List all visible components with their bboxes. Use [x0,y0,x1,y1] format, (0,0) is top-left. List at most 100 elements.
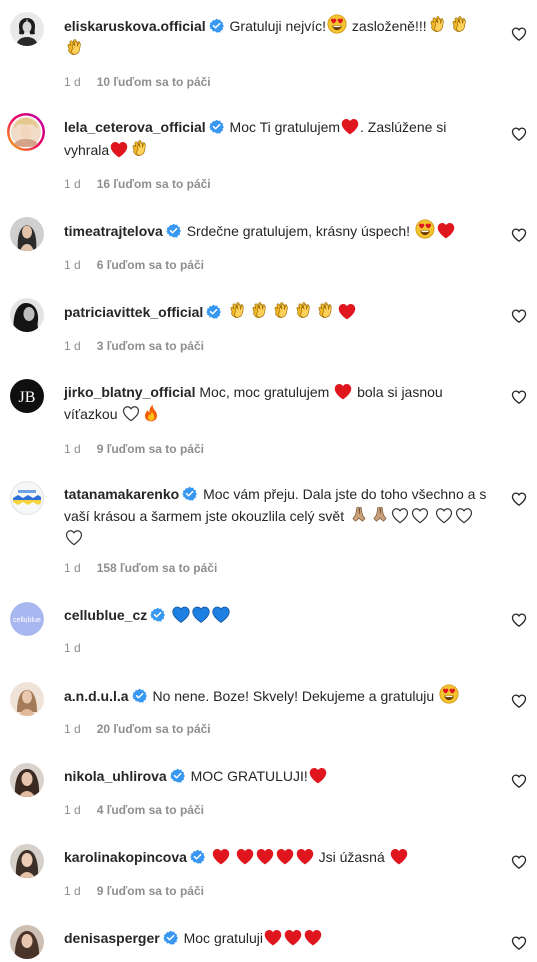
avatar[interactable]: cellublue [10,602,44,636]
comment-age: 1 d [64,177,81,191]
clap-emoji-icon [294,300,314,320]
red-heart-emoji-icon [390,848,408,865]
comment-text: Moc gratuluji [183,930,263,946]
avatar[interactable] [10,925,44,959]
comment-meta: 1 d 16 ľuďom sa to páči [64,176,211,192]
like-heart-icon[interactable] [511,693,527,709]
comment-body: lela_ceterova_official Moc Ti gratulujem… [64,116,489,161]
red-heart-emoji-icon [338,303,356,320]
red-heart-emoji-icon [256,848,274,865]
comment-username[interactable]: jirko_blatny_official [64,384,195,400]
comment-username[interactable]: patriciavittek_official [64,304,203,320]
avatar[interactable] [10,481,44,515]
blue-heart-emoji-icon [212,606,230,623]
comment-username[interactable]: cellublue_cz [64,607,147,623]
like-heart-icon[interactable] [511,612,527,628]
comment-meta: 1 d 158 ľuďom sa to páči [64,560,217,576]
avatar[interactable] [10,682,44,716]
comment-age: 1 d [64,561,81,575]
red-heart-emoji-icon [334,383,352,400]
comment-likes[interactable]: 3 ľuďom sa to páči [97,339,204,353]
comment-age: 1 d [64,75,81,89]
red-heart-emoji-icon [264,929,282,946]
clap-emoji-icon [228,300,248,320]
comment-meta: 1 d 6 ľuďom sa to páči [64,257,204,273]
praying-hands-emoji-icon [349,505,368,524]
red-heart-emoji-icon [304,929,322,946]
comment-username[interactable]: eliskaruskova.official [64,18,206,34]
avatar-wordmark: cellublue [13,617,41,624]
comment-body: nikola_uhlirova MOC GRATULUJI! [64,765,489,787]
like-heart-icon[interactable] [511,773,527,789]
like-heart-icon[interactable] [511,227,527,243]
comment-body: tatanamakarenko Moc vám přeju. Dala jste… [64,483,489,549]
like-heart-icon[interactable] [511,26,527,42]
comment-likes[interactable]: 20 ľuďom sa to páči [97,722,211,736]
comment-body: timeatrajtelova Srdečne gratulujem, krás… [64,219,489,242]
comment-meta: 1 d 20 ľuďom sa to páči [64,721,211,737]
comment-body: patriciavittek_official [64,300,489,323]
comment-age: 1 d [64,339,81,353]
red-heart-emoji-icon [284,929,302,946]
like-heart-icon[interactable] [511,308,527,324]
avatar[interactable]: JB [10,379,44,413]
comment-text: Jsi úžasná [318,849,385,865]
comment-text: MOC GRATULUJI! [190,768,308,784]
comment-username[interactable]: timeatrajtelova [64,223,163,239]
comment-username[interactable]: nikola_uhlirova [64,768,167,784]
avatar[interactable] [10,217,44,251]
avatar-monogram: JB [19,389,36,406]
like-heart-icon[interactable] [511,389,527,405]
comment-text: Gratuluji nejvíc! [229,18,327,34]
comment-body: jirko_blatny_official Moc, moc gratuluje… [64,381,489,425]
avatar[interactable] [10,763,44,797]
red-heart-emoji-icon [212,848,230,865]
verified-badge-icon [190,849,205,864]
avatar[interactable] [10,844,44,878]
comment-likes[interactable]: 9 ľuďom sa to páči [97,442,204,456]
comment-text: Moc Ti gratulujem [229,119,341,135]
white-heart-emoji-icon [65,529,83,546]
comment-body: karolinakopincova Jsi úžasná [64,846,489,868]
comment-username[interactable]: tatanamakarenko [64,486,179,502]
comment-likes[interactable]: 10 ľuďom sa to páči [97,75,211,89]
comment-age: 1 d [64,641,81,655]
heart-eyes-emoji-icon [327,14,347,34]
avatar[interactable] [10,298,44,332]
red-heart-emoji-icon [296,848,314,865]
comment-body: denisasperger Moc gratuluji [64,927,489,949]
comment-text: Srdečne gratulujem, krásny úspech! [186,223,411,239]
like-heart-icon[interactable] [511,854,527,870]
blue-heart-emoji-icon [192,606,210,623]
comment-likes[interactable]: 16 ľuďom sa to páči [97,177,211,191]
like-heart-icon[interactable] [511,126,527,142]
comment-likes[interactable]: 4 ľuďom sa to páči [97,803,204,817]
comment-username[interactable]: karolinakopincova [64,849,187,865]
clap-emoji-icon [428,14,448,34]
red-heart-emoji-icon [309,767,327,784]
clap-emoji-icon [250,300,270,320]
comment-meta: 1 d 4 ľuďom sa to páči [64,802,204,818]
comment-text: Moc, moc gratulujem [199,384,330,400]
clap-emoji-icon [130,138,150,158]
comment-username[interactable]: denisasperger [64,930,160,946]
clap-emoji-icon [65,37,85,57]
red-heart-emoji-icon [437,222,455,239]
like-heart-icon[interactable] [511,491,527,507]
comment-likes[interactable]: 9 ľuďom sa to páči [97,884,204,898]
avatar[interactable] [6,112,46,152]
comment-likes[interactable]: 6 ľuďom sa to páči [97,258,204,272]
comment-age: 1 d [64,258,81,272]
comment-likes[interactable]: 158 ľuďom sa to páči [97,561,218,575]
white-heart-emoji-icon [411,507,429,524]
avatar[interactable] [10,12,44,46]
comment-text-continued: zasloženě!!! [348,18,427,34]
verified-badge-icon [170,768,185,783]
blue-heart-emoji-icon [172,606,190,623]
praying-hands-emoji-icon [370,505,389,524]
like-heart-icon[interactable] [511,935,527,951]
comment-username[interactable]: lela_ceterova_official [64,119,206,135]
clap-emoji-icon [272,300,292,320]
comment-username[interactable]: a.n.d.u.l.a [64,688,129,704]
fire-emoji-icon [142,404,160,422]
